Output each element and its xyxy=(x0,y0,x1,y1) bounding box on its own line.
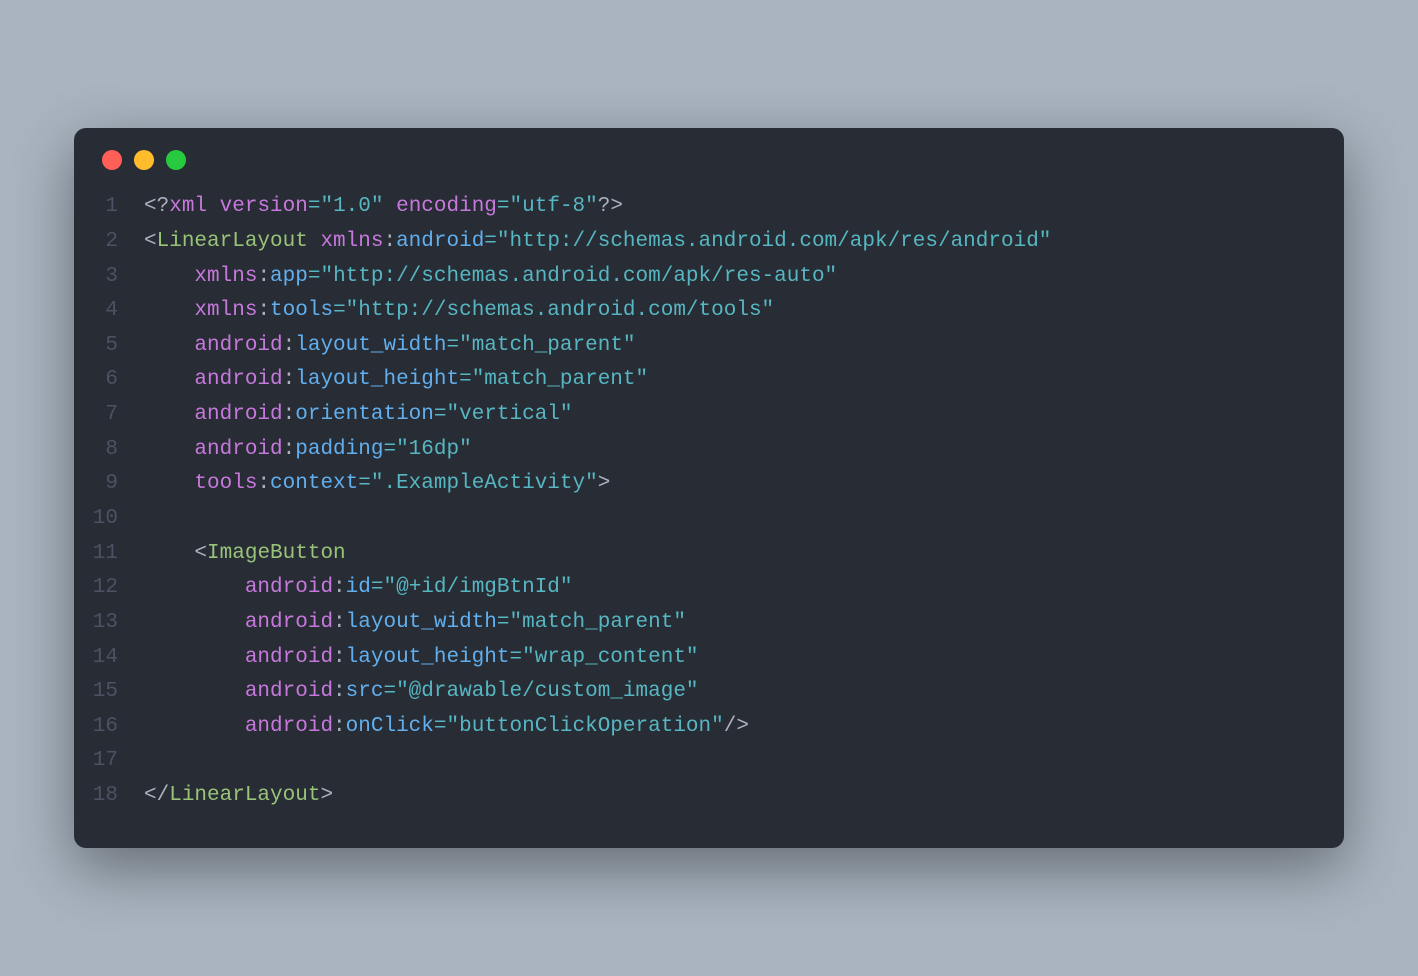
code-line: 10 xyxy=(74,502,1344,537)
code-line: 2 <LinearLayout xmlns:android="http://sc… xyxy=(74,225,1344,260)
code-text: <?xml version="1.0" encoding="utf-8"?> xyxy=(144,190,623,225)
line-number: 12 xyxy=(74,571,144,606)
code-window: 1 <?xml version="1.0" encoding="utf-8"?>… xyxy=(74,128,1344,848)
line-number: 16 xyxy=(74,710,144,745)
code-line: 15 android:src="@drawable/custom_image" xyxy=(74,675,1344,710)
code-line: 8 android:padding="16dp" xyxy=(74,433,1344,468)
line-number: 11 xyxy=(74,537,144,572)
code-line: 6 android:layout_height="match_parent" xyxy=(74,363,1344,398)
line-number: 14 xyxy=(74,641,144,676)
line-number: 6 xyxy=(74,363,144,398)
code-line: 18 </LinearLayout> xyxy=(74,779,1344,814)
line-number: 4 xyxy=(74,294,144,329)
line-number: 8 xyxy=(74,433,144,468)
code-text: android:onClick="buttonClickOperation"/> xyxy=(144,710,749,745)
code-text: </LinearLayout> xyxy=(144,779,333,814)
code-line: 7 android:orientation="vertical" xyxy=(74,398,1344,433)
code-line: 5 android:layout_width="match_parent" xyxy=(74,329,1344,364)
code-line: 9 tools:context=".ExampleActivity"> xyxy=(74,467,1344,502)
maximize-icon[interactable] xyxy=(166,150,186,170)
line-number: 15 xyxy=(74,675,144,710)
code-text: <LinearLayout xmlns:android="http://sche… xyxy=(144,225,1051,260)
line-number: 7 xyxy=(74,398,144,433)
code-line: 12 android:id="@+id/imgBtnId" xyxy=(74,571,1344,606)
code-text xyxy=(144,502,157,537)
code-line: 16 android:onClick="buttonClickOperation… xyxy=(74,710,1344,745)
titlebar xyxy=(74,128,1344,180)
line-number: 2 xyxy=(74,225,144,260)
code-text: <ImageButton xyxy=(144,537,346,572)
line-number: 13 xyxy=(74,606,144,641)
code-text: tools:context=".ExampleActivity"> xyxy=(144,467,610,502)
code-line: 14 android:layout_height="wrap_content" xyxy=(74,641,1344,676)
line-number: 5 xyxy=(74,329,144,364)
line-number: 18 xyxy=(74,779,144,814)
code-text: android:src="@drawable/custom_image" xyxy=(144,675,699,710)
code-line: 13 android:layout_width="match_parent" xyxy=(74,606,1344,641)
code-text: android:padding="16dp" xyxy=(144,433,472,468)
code-editor[interactable]: 1 <?xml version="1.0" encoding="utf-8"?>… xyxy=(74,180,1344,848)
code-text: android:layout_width="match_parent" xyxy=(144,606,686,641)
line-number: 10 xyxy=(74,502,144,537)
code-text: android:layout_height="wrap_content" xyxy=(144,641,699,676)
line-number: 3 xyxy=(74,260,144,295)
code-text: android:layout_height="match_parent" xyxy=(144,363,648,398)
code-line: 4 xmlns:tools="http://schemas.android.co… xyxy=(74,294,1344,329)
code-line: 1 <?xml version="1.0" encoding="utf-8"?> xyxy=(74,190,1344,225)
code-text: android:orientation="vertical" xyxy=(144,398,573,433)
code-text: xmlns:tools="http://schemas.android.com/… xyxy=(144,294,774,329)
code-text: xmlns:app="http://schemas.android.com/ap… xyxy=(144,260,837,295)
line-number: 9 xyxy=(74,467,144,502)
code-text xyxy=(144,744,157,779)
code-text: android:layout_width="match_parent" xyxy=(144,329,636,364)
code-text: android:id="@+id/imgBtnId" xyxy=(144,571,573,606)
code-line: 17 xyxy=(74,744,1344,779)
line-number: 17 xyxy=(74,744,144,779)
close-icon[interactable] xyxy=(102,150,122,170)
code-line: 3 xmlns:app="http://schemas.android.com/… xyxy=(74,260,1344,295)
minimize-icon[interactable] xyxy=(134,150,154,170)
line-number: 1 xyxy=(74,190,144,225)
code-line: 11 <ImageButton xyxy=(74,537,1344,572)
